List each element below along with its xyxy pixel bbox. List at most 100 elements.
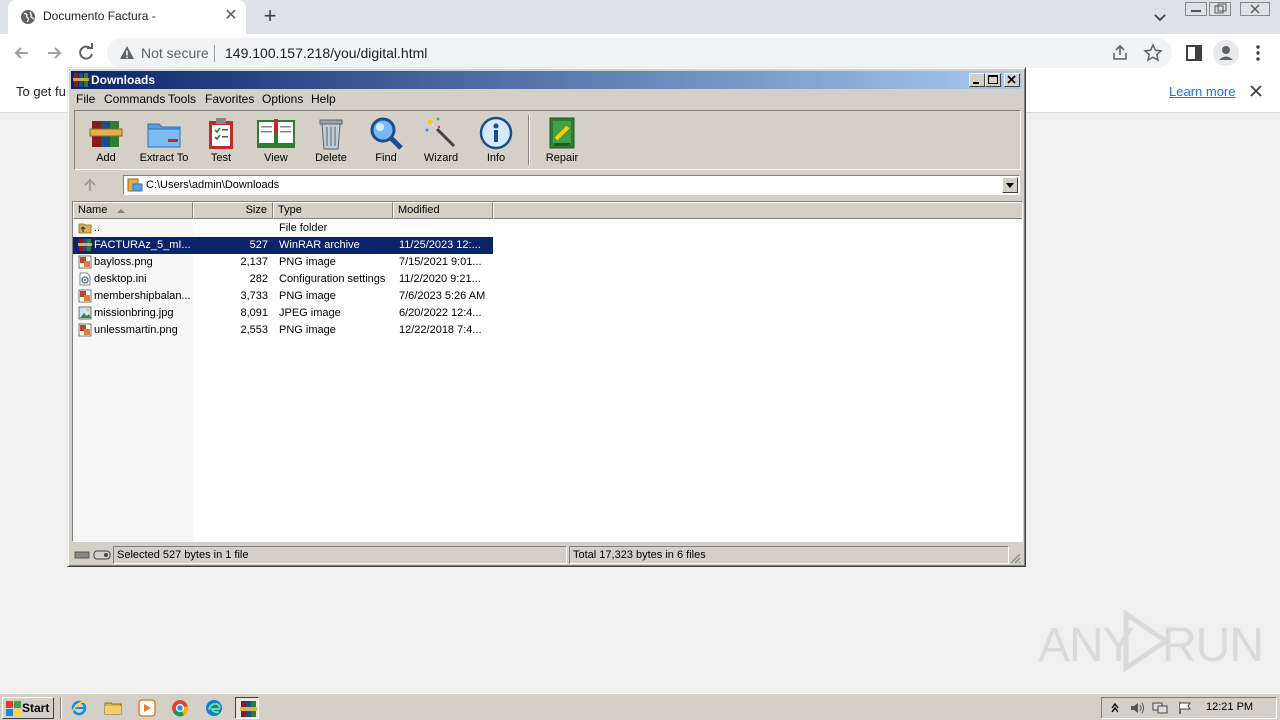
info-icon (479, 116, 513, 150)
file-row[interactable]: .. File folder (73, 220, 493, 237)
action-center-flag-icon[interactable] (1177, 701, 1193, 715)
menu-dots-icon[interactable] (1250, 42, 1266, 64)
file-size: 2,137 (240, 256, 268, 268)
view-book-icon (257, 119, 295, 148)
learn-more-link[interactable]: Learn more (1169, 84, 1235, 99)
parent-folder-icon (78, 223, 92, 234)
column-header-size[interactable]: Size (193, 202, 273, 219)
tab-search-chevron-icon[interactable] (1150, 7, 1170, 27)
url-text[interactable]: 149.100.157.218/you/digital.html (225, 45, 427, 61)
network-icon[interactable] (1152, 701, 1168, 715)
restore-window-icon[interactable] (1209, 2, 1231, 16)
tab-close-icon[interactable]: ✕ (222, 7, 240, 25)
file-explorer-button[interactable] (101, 697, 125, 719)
menu-file[interactable]: File (76, 92, 95, 106)
side-panel-icon[interactable] (1185, 44, 1203, 62)
rar-archive-icon (78, 239, 92, 251)
windows-flag-icon (6, 701, 21, 716)
path-combobox[interactable]: C:\Users\admin\Downloads (123, 175, 1020, 195)
test-label: Test (210, 152, 232, 164)
tray-expand-icon[interactable] (1110, 701, 1120, 715)
winrar-taskbar-button[interactable] (235, 697, 259, 719)
test-button[interactable]: Test (193, 115, 249, 167)
security-label[interactable]: Not secure (141, 45, 209, 61)
address-bar[interactable]: Not secure 149.100.157.218/you/digital.h… (107, 38, 1172, 68)
file-type: WinRAR archive (279, 239, 360, 251)
chrome-button[interactable] (168, 697, 192, 719)
menu-help[interactable]: Help (311, 92, 336, 106)
info-label: Info (486, 152, 506, 164)
drive-folder-icon (127, 178, 143, 192)
start-button[interactable]: Start (2, 697, 54, 719)
watermark-left-text: ANY (1038, 619, 1135, 672)
info-bar-close-icon[interactable] (1248, 83, 1264, 99)
back-arrow-icon[interactable] (9, 40, 35, 66)
menu-favorites[interactable]: Favorites (205, 92, 254, 106)
delete-label: Delete (315, 152, 347, 164)
file-row[interactable]: desktop.ini 282 Configuration settings 1… (73, 271, 493, 288)
browser-tab[interactable]: Documento Factura - ✕ (8, 0, 246, 34)
view-button[interactable]: View (248, 115, 304, 167)
file-modified: 7/15/2021 9:01... (399, 256, 482, 268)
share-icon[interactable] (1111, 44, 1129, 62)
repair-button[interactable]: Repair (534, 115, 590, 167)
anyrun-watermark-logo: ANY RUN (1038, 610, 1264, 672)
reload-icon[interactable] (73, 40, 99, 66)
file-size: 2,553 (240, 324, 268, 336)
add-button[interactable]: Add (78, 115, 134, 167)
find-label: Find (375, 152, 397, 164)
menu-options[interactable]: Options (262, 92, 303, 106)
winrar-title-bar[interactable]: Downloads (71, 71, 1022, 89)
path-bar: C:\Users\admin\Downloads (74, 173, 1021, 197)
clock[interactable]: 12:21 PM (1206, 701, 1253, 713)
up-arrow-icon[interactable] (80, 177, 100, 193)
file-row[interactable]: membershipbalan... 3,733 PNG image 7/6/2… (73, 288, 493, 305)
extract-folder-icon (147, 123, 181, 148)
menu-tools[interactable]: Tools (168, 92, 196, 106)
wizard-button[interactable]: Wizard (413, 115, 469, 167)
media-player-button[interactable] (135, 697, 159, 719)
file-row[interactable]: bayloss.png 2,137 PNG image 7/15/2021 9:… (73, 254, 493, 271)
winrar-close-icon[interactable] (1004, 73, 1020, 87)
file-size: 3,733 (240, 290, 268, 302)
path-dropdown-icon[interactable] (1002, 177, 1018, 193)
info-button[interactable]: Info (468, 115, 524, 167)
minimize-window-icon[interactable] (1185, 2, 1207, 16)
add-archive-icon (89, 121, 123, 147)
tab-strip: Documento Factura - ✕ + (0, 0, 1280, 34)
file-modified: 12/22/2018 7:4... (399, 324, 482, 336)
drive-status-icon (74, 550, 111, 560)
menu-commands[interactable]: Commands (104, 92, 165, 106)
file-size: 282 (249, 273, 268, 285)
internet-explorer-button[interactable] (67, 697, 91, 719)
extract-to-button[interactable]: Extract To (136, 115, 192, 167)
new-tab-icon[interactable]: + (258, 4, 282, 28)
resize-grip-icon[interactable] (1009, 552, 1021, 564)
forward-arrow-icon[interactable] (41, 40, 67, 66)
profile-avatar-icon[interactable] (1213, 40, 1239, 66)
find-button[interactable]: Find (358, 115, 414, 167)
edge-button[interactable] (202, 697, 226, 719)
media-player-icon (138, 699, 156, 717)
file-type: PNG image (279, 324, 336, 336)
winrar-minimize-icon[interactable] (969, 73, 985, 87)
delete-button[interactable]: Delete (303, 115, 359, 167)
file-row[interactable]: unlessmartin.png 2,553 PNG image 12/22/2… (73, 322, 493, 339)
file-row-selected[interactable]: FACTURAz_5_mI... 527 WinRAR archive 11/2… (73, 237, 493, 254)
magnifier-icon (370, 117, 403, 150)
warning-triangle-icon[interactable] (119, 45, 135, 61)
column-header-type[interactable]: Type (273, 202, 393, 219)
bookmark-star-icon[interactable] (1143, 43, 1163, 63)
file-type: PNG image (279, 290, 336, 302)
chrome-icon (172, 700, 189, 717)
view-label: View (264, 152, 288, 164)
repair-label: Repair (545, 152, 579, 164)
winrar-maximize-icon[interactable] (985, 73, 1001, 87)
close-window-icon[interactable] (1240, 2, 1270, 16)
file-size: 527 (249, 239, 268, 251)
column-header-name[interactable]: Name (73, 202, 193, 219)
internet-explorer-icon (71, 700, 88, 716)
volume-icon[interactable] (1129, 701, 1145, 715)
file-row[interactable]: missionbring.jpg 8,091 JPEG image 6/20/2… (73, 305, 493, 322)
column-header-modified[interactable]: Modified (393, 202, 493, 219)
